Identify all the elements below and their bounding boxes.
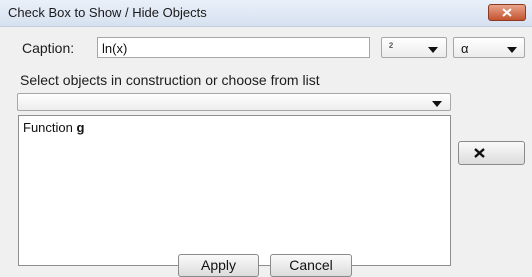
window-title: Check Box to Show / Hide Objects [8,5,207,20]
greek-letter-dropdown[interactable]: α [453,37,525,58]
chevron-down-icon [432,101,442,107]
chevron-down-icon [428,47,438,53]
title-bar: Check Box to Show / Hide Objects [0,0,532,27]
chevron-down-icon [507,47,517,53]
object-list[interactable]: Function g [18,115,451,266]
superscript-dropdown[interactable]: ² [381,37,447,58]
list-item-name: g [76,120,85,135]
list-item-type: Function [23,120,77,135]
list-item[interactable]: Function g [23,120,84,135]
cancel-button[interactable]: Cancel [270,254,352,277]
caption-input-value: ln(x) [102,41,128,56]
caption-label: Caption: [22,40,75,56]
greek-letter-dropdown-value: α [461,41,469,56]
object-select-dropdown[interactable] [17,93,451,111]
dialog-window: Check Box to Show / Hide Objects Caption… [0,0,532,277]
close-button[interactable] [488,4,526,21]
close-x-icon [502,8,512,17]
superscript-dropdown-value: ² [389,40,393,54]
remove-object-button[interactable] [458,141,525,165]
remove-x-icon [474,148,485,158]
instructions-text: Select objects in construction or choose… [20,72,320,88]
apply-button[interactable]: Apply [178,254,259,277]
caption-input[interactable]: ln(x) [97,37,370,58]
